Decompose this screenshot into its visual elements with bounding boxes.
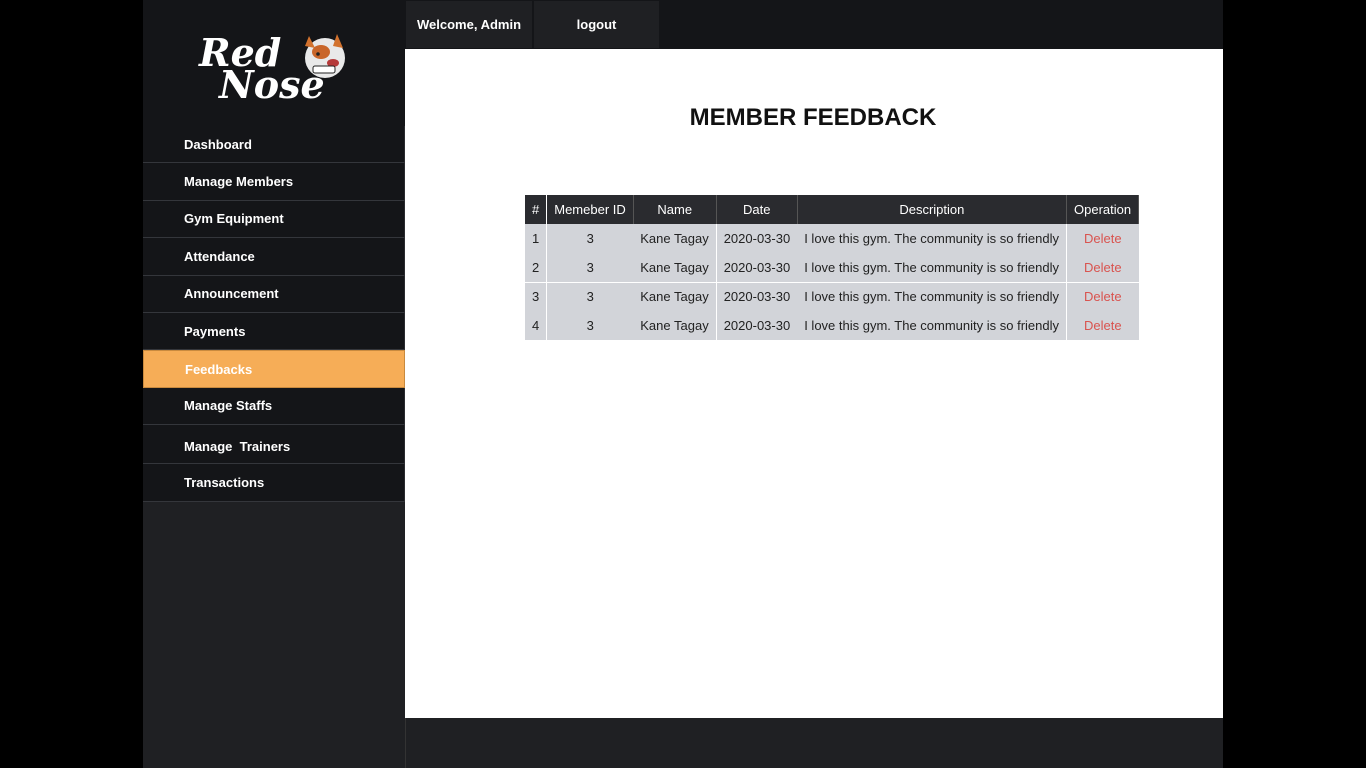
table-row: 4 3 Kane Tagay 2020-03-30 I love this gy… — [525, 311, 1139, 340]
sidebar-item-label: Attendance — [184, 248, 255, 264]
cell-index: 1 — [525, 224, 548, 253]
sidebar-item-dashboard[interactable]: Dashboard — [143, 126, 405, 164]
cell-member-id: 3 — [546, 281, 634, 311]
cell-name: Kane Tagay — [633, 281, 717, 311]
sidebar-item-payments[interactable]: Payments — [143, 312, 405, 351]
cell-description: I love this gym. The community is so fri… — [797, 224, 1067, 253]
cell-index: 4 — [525, 311, 548, 340]
cell-description: I love this gym. The community is so fri… — [797, 311, 1067, 340]
sidebar: Red Nose Dashboard Manage Members Gym Eq… — [143, 0, 405, 768]
sidebar-item-gym-equipment[interactable]: Gym Equipment — [143, 200, 405, 239]
welcome-button[interactable]: Welcome, Admin — [406, 1, 532, 48]
sidebar-item-label: Manage Staffs — [184, 398, 273, 414]
cell-description: I love this gym. The community is so fri… — [797, 281, 1067, 311]
cell-name: Kane Tagay — [633, 224, 717, 253]
sidebar-item-label: Payments — [184, 323, 246, 339]
delete-button[interactable]: Delete — [1065, 253, 1139, 282]
dog-mascot-icon — [305, 34, 345, 78]
sidebar-item-label: Transactions — [184, 474, 265, 490]
cell-date: 2020-03-30 — [715, 253, 798, 282]
table-header-row: # Memeber ID Name Date Description Opera… — [525, 195, 1140, 224]
delete-button[interactable]: Delete — [1065, 224, 1139, 253]
sidebar-item-manage-staffs[interactable]: Manage Staffs — [143, 387, 405, 426]
sidebar-item-attendance[interactable]: Attendance — [143, 238, 405, 276]
sidebar-item-manage-trainers[interactable]: Manage Trainers — [143, 425, 405, 465]
cell-index: 2 — [525, 253, 548, 282]
table-row: 3 3 Kane Tagay 2020-03-30 I love this gy… — [525, 281, 1139, 311]
cell-date: 2020-03-30 — [715, 281, 798, 311]
cell-date: 2020-03-30 — [715, 311, 798, 340]
cell-name: Kane Tagay — [633, 311, 717, 340]
table-row: 2 3 Kane Tagay 2020-03-30 I love this gy… — [525, 253, 1139, 282]
column-header-member-id: Memeber ID — [546, 195, 634, 224]
cell-index: 3 — [525, 281, 548, 311]
sidebar-item-label: Dashboard — [184, 136, 252, 152]
sidebar-item-manage-members[interactable]: Manage Members — [143, 163, 405, 201]
logout-button[interactable]: logout — [534, 1, 659, 48]
column-header-index: # — [525, 195, 548, 224]
sidebar-item-announcement[interactable]: Announcement — [143, 275, 405, 313]
cell-member-id: 3 — [546, 311, 634, 340]
sidebar-item-label: Feedbacks — [185, 361, 253, 377]
footer-bar — [405, 718, 1223, 768]
logo-area: Red Nose — [143, 0, 405, 126]
sidebar-nav: Dashboard Manage Members Gym Equipment A… — [143, 126, 405, 502]
sidebar-item-label: Manage Members — [184, 174, 294, 190]
column-header-name: Name — [633, 195, 717, 224]
top-bar: Welcome, Admin logout — [405, 0, 1223, 49]
column-header-date: Date — [715, 195, 798, 224]
page-title: MEMBER FEEDBACK — [689, 104, 937, 131]
main-content: MEMBER FEEDBACK # Memeber ID Name Date D… — [405, 49, 1223, 718]
cell-description: I love this gym. The community is so fri… — [797, 253, 1067, 282]
sidebar-item-label: Manage Trainers — [184, 438, 291, 454]
delete-button[interactable]: Delete — [1065, 281, 1139, 311]
cell-date: 2020-03-30 — [715, 224, 798, 253]
table-row: 1 3 Kane Tagay 2020-03-30 I love this gy… — [525, 224, 1139, 253]
sidebar-item-label: Gym Equipment — [184, 211, 284, 227]
brand-logo: Red Nose — [198, 30, 345, 102]
cell-name: Kane Tagay — [633, 253, 717, 282]
app-frame: Red Nose Dashboard Manage Members Gym Eq… — [143, 0, 1223, 768]
cell-member-id: 3 — [546, 224, 634, 253]
column-header-operation: Operation — [1066, 195, 1140, 224]
sidebar-item-transactions[interactable]: Transactions — [143, 464, 405, 502]
sidebar-item-feedbacks[interactable]: Feedbacks — [143, 350, 405, 388]
column-header-description: Description — [797, 195, 1068, 224]
delete-button[interactable]: Delete — [1065, 311, 1139, 340]
sidebar-item-label: Announcement — [184, 286, 279, 302]
feedback-table: # Memeber ID Name Date Description Opera… — [525, 195, 1140, 340]
cell-member-id: 3 — [546, 253, 634, 282]
